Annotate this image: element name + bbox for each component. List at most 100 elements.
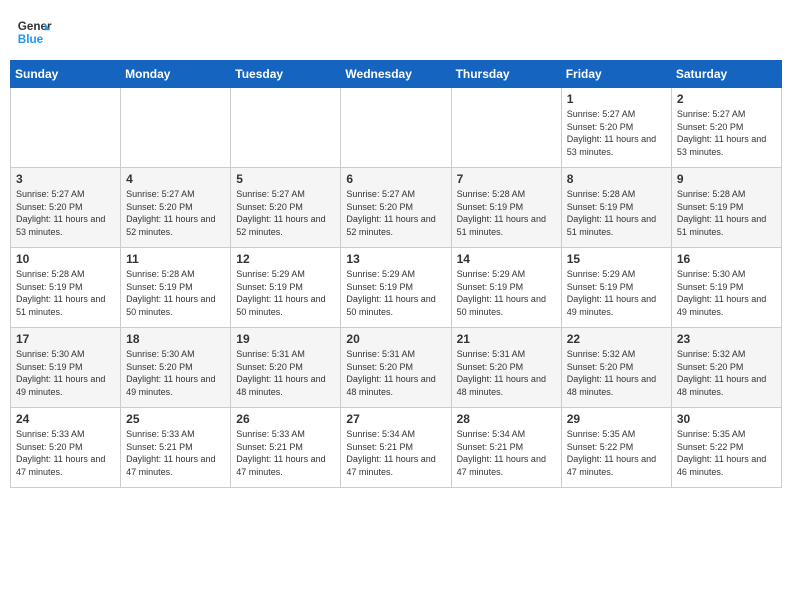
- day-number: 2: [677, 92, 776, 106]
- day-info: Sunrise: 5:33 AMSunset: 5:20 PMDaylight:…: [16, 428, 115, 478]
- day-number: 22: [567, 332, 666, 346]
- weekday-header-wednesday: Wednesday: [341, 61, 451, 88]
- calendar-cell: 16Sunrise: 5:30 AMSunset: 5:19 PMDayligh…: [671, 248, 781, 328]
- day-number: 17: [16, 332, 115, 346]
- calendar-cell: 22 Sunrise: 5:32 AMSunset: 5:20 PMDayligh…: [561, 328, 671, 408]
- day-info: Sunrise: 5:28 AMSunset: 5:19 PMDaylight:…: [457, 188, 556, 238]
- calendar-cell: 2 Sunrise: 5:27 AMSunset: 5:20 PMDaylight…: [671, 88, 781, 168]
- day-number: 19: [236, 332, 335, 346]
- day-number: 11: [126, 252, 225, 266]
- logo-icon: General Blue: [16, 14, 52, 50]
- svg-text:Blue: Blue: [18, 33, 44, 46]
- weekday-header-monday: Monday: [121, 61, 231, 88]
- calendar-cell: [121, 88, 231, 168]
- day-number: 21: [457, 332, 556, 346]
- day-info: Sunrise: 5:34 AMSunset: 5:21 PMDaylight:…: [457, 428, 556, 478]
- calendar-cell: 13 Sunrise: 5:29 AMSunset: 5:19 PMDayligh…: [341, 248, 451, 328]
- calendar-cell: 5 Sunrise: 5:27 AMSunset: 5:20 PMDaylight…: [231, 168, 341, 248]
- calendar-cell: 6 Sunrise: 5:27 AMSunset: 5:20 PMDaylight…: [341, 168, 451, 248]
- day-number: 26: [236, 412, 335, 426]
- day-info: Sunrise: 5:27 AMSunset: 5:20 PMDaylight:…: [16, 188, 115, 238]
- calendar-cell: 7Sunrise: 5:28 AMSunset: 5:19 PMDaylight…: [451, 168, 561, 248]
- calendar-week-4: 17 Sunrise: 5:30 AMSunset: 5:19 PMDayligh…: [11, 328, 782, 408]
- calendar-cell: 3 Sunrise: 5:27 AMSunset: 5:20 PMDaylight…: [11, 168, 121, 248]
- calendar-cell: 4 Sunrise: 5:27 AMSunset: 5:20 PMDaylight…: [121, 168, 231, 248]
- day-info: Sunrise: 5:28 AMSunset: 5:19 PMDaylight:…: [677, 188, 776, 238]
- day-info: Sunrise: 5:35 AMSunset: 5:22 PMDaylight:…: [567, 428, 666, 478]
- calendar-cell: 11Sunrise: 5:28 AMSunset: 5:19 PMDayligh…: [121, 248, 231, 328]
- day-info: Sunrise: 5:32 AMSunset: 5:20 PMDaylight:…: [677, 348, 776, 398]
- day-info: Sunrise: 5:29 AMSunset: 5:19 PMDaylight:…: [567, 268, 666, 318]
- day-number: 13: [346, 252, 445, 266]
- day-number: 25: [126, 412, 225, 426]
- calendar-cell: 14 Sunrise: 5:29 AMSunset: 5:19 PMDayligh…: [451, 248, 561, 328]
- day-number: 18: [126, 332, 225, 346]
- logo: General Blue: [16, 14, 52, 50]
- day-number: 24: [16, 412, 115, 426]
- calendar-cell: 27 Sunrise: 5:34 AMSunset: 5:21 PMDayligh…: [341, 408, 451, 488]
- weekday-header-saturday: Saturday: [671, 61, 781, 88]
- day-number: 29: [567, 412, 666, 426]
- weekday-header-sunday: Sunday: [11, 61, 121, 88]
- calendar-cell: [451, 88, 561, 168]
- calendar-cell: 20Sunrise: 5:31 AMSunset: 5:20 PMDayligh…: [341, 328, 451, 408]
- day-number: 16: [677, 252, 776, 266]
- weekday-header-tuesday: Tuesday: [231, 61, 341, 88]
- day-info: Sunrise: 5:27 AMSunset: 5:20 PMDaylight:…: [126, 188, 225, 238]
- day-info: Sunrise: 5:28 AMSunset: 5:19 PMDaylight:…: [16, 268, 115, 318]
- day-info: Sunrise: 5:29 AMSunset: 5:19 PMDaylight:…: [457, 268, 556, 318]
- calendar-cell: 30 Sunrise: 5:35 AMSunset: 5:22 PMDayligh…: [671, 408, 781, 488]
- day-number: 14: [457, 252, 556, 266]
- day-number: 10: [16, 252, 115, 266]
- calendar-cell: 15Sunrise: 5:29 AMSunset: 5:19 PMDayligh…: [561, 248, 671, 328]
- day-info: Sunrise: 5:29 AMSunset: 5:19 PMDaylight:…: [236, 268, 335, 318]
- day-info: Sunrise: 5:31 AMSunset: 5:20 PMDaylight:…: [236, 348, 335, 398]
- calendar-cell: 26 Sunrise: 5:33 AMSunset: 5:21 PMDayligh…: [231, 408, 341, 488]
- day-info: Sunrise: 5:30 AMSunset: 5:19 PMDaylight:…: [16, 348, 115, 398]
- day-info: Sunrise: 5:30 AMSunset: 5:20 PMDaylight:…: [126, 348, 225, 398]
- calendar-cell: 10 Sunrise: 5:28 AMSunset: 5:19 PMDayligh…: [11, 248, 121, 328]
- day-number: 27: [346, 412, 445, 426]
- day-number: 6: [346, 172, 445, 186]
- calendar-week-5: 24 Sunrise: 5:33 AMSunset: 5:20 PMDayligh…: [11, 408, 782, 488]
- day-number: 30: [677, 412, 776, 426]
- calendar-week-2: 3 Sunrise: 5:27 AMSunset: 5:20 PMDaylight…: [11, 168, 782, 248]
- day-info: Sunrise: 5:29 AMSunset: 5:19 PMDaylight:…: [346, 268, 445, 318]
- day-info: Sunrise: 5:33 AMSunset: 5:21 PMDaylight:…: [236, 428, 335, 478]
- day-info: Sunrise: 5:27 AMSunset: 5:20 PMDaylight:…: [346, 188, 445, 238]
- page-header: General Blue: [10, 10, 782, 54]
- calendar-cell: 19 Sunrise: 5:31 AMSunset: 5:20 PMDayligh…: [231, 328, 341, 408]
- calendar-cell: 18 Sunrise: 5:30 AMSunset: 5:20 PMDayligh…: [121, 328, 231, 408]
- calendar-cell: 1Sunrise: 5:27 AMSunset: 5:20 PMDaylight…: [561, 88, 671, 168]
- day-info: Sunrise: 5:33 AMSunset: 5:21 PMDaylight:…: [126, 428, 225, 478]
- calendar-cell: 29 Sunrise: 5:35 AMSunset: 5:22 PMDayligh…: [561, 408, 671, 488]
- day-info: Sunrise: 5:27 AMSunset: 5:20 PMDaylight:…: [567, 108, 666, 158]
- calendar-week-3: 10 Sunrise: 5:28 AMSunset: 5:19 PMDayligh…: [11, 248, 782, 328]
- calendar-table: SundayMondayTuesdayWednesdayThursdayFrid…: [10, 60, 782, 488]
- day-number: 5: [236, 172, 335, 186]
- day-number: 20: [346, 332, 445, 346]
- calendar-cell: [341, 88, 451, 168]
- day-number: 8: [567, 172, 666, 186]
- calendar-cell: [231, 88, 341, 168]
- calendar-cell: 23 Sunrise: 5:32 AMSunset: 5:20 PMDayligh…: [671, 328, 781, 408]
- day-number: 9: [677, 172, 776, 186]
- calendar-cell: 17 Sunrise: 5:30 AMSunset: 5:19 PMDayligh…: [11, 328, 121, 408]
- day-info: Sunrise: 5:34 AMSunset: 5:21 PMDaylight:…: [346, 428, 445, 478]
- day-number: 28: [457, 412, 556, 426]
- day-info: Sunrise: 5:27 AMSunset: 5:20 PMDaylight:…: [677, 108, 776, 158]
- day-info: Sunrise: 5:35 AMSunset: 5:22 PMDaylight:…: [677, 428, 776, 478]
- calendar-cell: 8Sunrise: 5:28 AMSunset: 5:19 PMDaylight…: [561, 168, 671, 248]
- calendar-cell: 24 Sunrise: 5:33 AMSunset: 5:20 PMDayligh…: [11, 408, 121, 488]
- day-number: 23: [677, 332, 776, 346]
- day-number: 3: [16, 172, 115, 186]
- calendar-cell: 21 Sunrise: 5:31 AMSunset: 5:20 PMDayligh…: [451, 328, 561, 408]
- day-number: 4: [126, 172, 225, 186]
- calendar-cell: 9 Sunrise: 5:28 AMSunset: 5:19 PMDaylight…: [671, 168, 781, 248]
- day-info: Sunrise: 5:27 AMSunset: 5:20 PMDaylight:…: [236, 188, 335, 238]
- calendar-cell: 25 Sunrise: 5:33 AMSunset: 5:21 PMDayligh…: [121, 408, 231, 488]
- calendar-header-row: SundayMondayTuesdayWednesdayThursdayFrid…: [11, 61, 782, 88]
- calendar-cell: 28 Sunrise: 5:34 AMSunset: 5:21 PMDayligh…: [451, 408, 561, 488]
- day-info: Sunrise: 5:32 AMSunset: 5:20 PMDaylight:…: [567, 348, 666, 398]
- day-info: Sunrise: 5:31 AMSunset: 5:20 PMDaylight:…: [457, 348, 556, 398]
